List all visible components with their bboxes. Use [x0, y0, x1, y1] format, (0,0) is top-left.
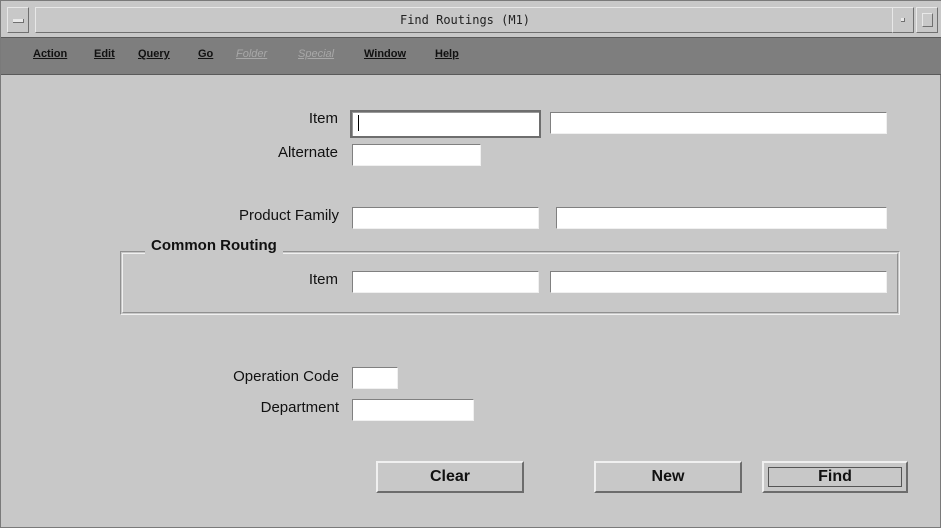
common-item-description-field[interactable] [550, 271, 887, 293]
menu-go[interactable]: Go [198, 48, 213, 60]
alternate-label: Alternate [277, 144, 338, 161]
common-item-label: Item [308, 271, 338, 288]
item-field[interactable] [350, 110, 541, 138]
menu-special: Special [298, 48, 335, 60]
product-family-description-field[interactable] [556, 207, 887, 229]
department-field[interactable] [352, 399, 474, 421]
item-description-field[interactable] [550, 112, 887, 134]
menu-edit[interactable]: Edit [94, 48, 115, 60]
product-family-field[interactable] [352, 207, 539, 229]
find-routings-window: Find Routings (M1) Action Edit Query Go … [0, 0, 941, 528]
menu-folder: Folder [236, 48, 268, 60]
minimize-icon[interactable] [892, 7, 914, 33]
title-bar[interactable]: Find Routings (M1) [1, 1, 941, 37]
window-title: Find Routings (M1) [35, 7, 895, 33]
window-menu-icon[interactable] [7, 7, 29, 33]
maximize-icon[interactable] [916, 7, 938, 33]
menu-help[interactable]: Help [435, 48, 459, 60]
department-label: Department [260, 399, 339, 416]
operation-code-label: Operation Code [233, 368, 339, 385]
item-label: Item [308, 110, 338, 127]
menu-window[interactable]: Window [364, 48, 406, 60]
menu-action[interactable]: Action [33, 48, 67, 60]
new-button[interactable]: New [594, 461, 742, 493]
operation-code-field[interactable] [352, 367, 398, 389]
menu-query[interactable]: Query [138, 48, 170, 60]
clear-button[interactable]: Clear [376, 461, 524, 493]
alternate-field[interactable] [352, 144, 481, 166]
common-item-field[interactable] [352, 271, 539, 293]
product-family-label: Product Family [238, 207, 339, 224]
text-caret [358, 115, 359, 131]
common-routing-title: Common Routing [145, 237, 283, 254]
menu-bar: Action Edit Query Go Folder Special Wind… [1, 37, 941, 75]
find-button[interactable]: Find [762, 461, 908, 493]
